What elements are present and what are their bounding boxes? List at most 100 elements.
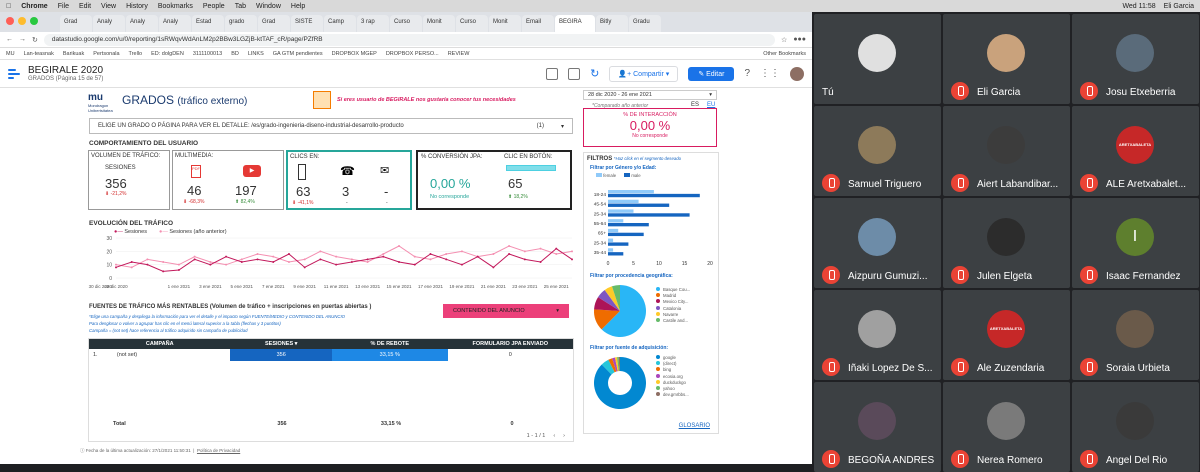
participant-tile[interactable]: I Isaac Fernandez bbox=[1072, 198, 1199, 288]
participant-tile[interactable]: Tú bbox=[814, 14, 941, 104]
datastudio-logo-icon[interactable] bbox=[8, 68, 20, 80]
browser-tab[interactable]: 3 rap bbox=[357, 15, 389, 32]
header-campaign[interactable]: CAMPAÑA bbox=[89, 339, 230, 349]
apple-icon[interactable]:  bbox=[6, 3, 11, 10]
participant-tile[interactable]: ARETXABALETA Ale Zuzendaria bbox=[943, 290, 1070, 380]
data-point[interactable] bbox=[555, 247, 558, 250]
data-point[interactable] bbox=[130, 266, 133, 269]
data-point[interactable] bbox=[146, 263, 149, 266]
data-point[interactable] bbox=[209, 261, 212, 263]
menu-history[interactable]: History bbox=[126, 3, 148, 10]
data-point[interactable] bbox=[256, 253, 259, 255]
bar[interactable] bbox=[608, 209, 634, 213]
participant-tile[interactable]: Samuel Triguero bbox=[814, 106, 941, 196]
data-point[interactable] bbox=[240, 261, 243, 263]
participant-tile[interactable]: Nerea Romero bbox=[943, 382, 1070, 472]
acquisition-pie-chart[interactable] bbox=[592, 355, 648, 411]
data-point[interactable] bbox=[177, 269, 180, 271]
data-point[interactable] bbox=[460, 263, 463, 266]
browser-tab[interactable]: Gradu bbox=[629, 15, 661, 32]
menu-window[interactable]: Window bbox=[256, 3, 281, 10]
data-point[interactable] bbox=[225, 255, 228, 258]
bar[interactable] bbox=[608, 213, 690, 217]
legend-previous[interactable]: ●— Sesiones (año anterior) bbox=[159, 229, 227, 235]
data-point[interactable] bbox=[350, 261, 353, 263]
participant-tile[interactable]: Angel Del Rio bbox=[1072, 382, 1199, 472]
data-point[interactable] bbox=[492, 266, 495, 269]
close-window-button[interactable] bbox=[6, 17, 14, 25]
data-point[interactable] bbox=[225, 263, 228, 266]
bar[interactable] bbox=[608, 193, 700, 198]
reload-icon[interactable]: ↻ bbox=[32, 36, 38, 44]
browser-tab[interactable]: Analy bbox=[159, 15, 191, 32]
data-point[interactable] bbox=[272, 261, 275, 263]
bookmark-item[interactable]: DROPBOX PERSO... bbox=[386, 51, 439, 57]
bar[interactable] bbox=[608, 248, 614, 252]
bookmark-item[interactable]: REVIEW bbox=[448, 51, 470, 57]
data-point[interactable] bbox=[429, 258, 432, 261]
apps-icon[interactable]: ⋮⋮ bbox=[760, 68, 780, 79]
bar[interactable] bbox=[608, 219, 624, 223]
bookmark-item[interactable]: LINKS bbox=[248, 51, 264, 57]
data-point[interactable] bbox=[508, 245, 511, 247]
data-point[interactable] bbox=[492, 253, 495, 255]
series-line[interactable] bbox=[115, 245, 573, 268]
browser-tab[interactable]: grado bbox=[225, 15, 257, 32]
data-point[interactable] bbox=[319, 258, 322, 261]
data-point[interactable] bbox=[382, 253, 385, 255]
participant-tile[interactable]: Julen Elgeta bbox=[943, 198, 1070, 288]
refresh-icon[interactable]: ↻ bbox=[590, 67, 599, 80]
browser-tab[interactable]: Analy bbox=[93, 15, 125, 32]
menu-people[interactable]: People bbox=[203, 3, 225, 10]
page-selector[interactable]: GRADOS (Página 15 de 57) bbox=[28, 76, 103, 82]
copy-icon[interactable] bbox=[568, 67, 581, 80]
data-point[interactable] bbox=[523, 250, 526, 253]
bookmark-item[interactable]: Other Bookmarks bbox=[763, 51, 806, 57]
prev-page-icon[interactable]: ‹ bbox=[553, 433, 555, 439]
data-point[interactable] bbox=[382, 255, 385, 258]
bookmark-item[interactable]: Barikuak bbox=[63, 51, 84, 57]
next-page-icon[interactable]: › bbox=[563, 433, 565, 439]
header-form[interactable]: FORMULARIO JPA ENVIADO bbox=[448, 339, 573, 349]
participant-tile[interactable]: Iñaki Lopez De S... bbox=[814, 290, 941, 380]
bookmark-item[interactable]: Lan-teasnak bbox=[24, 51, 54, 57]
data-point[interactable] bbox=[539, 247, 542, 250]
bookmark-item[interactable]: GA GTM pendientes bbox=[273, 51, 323, 57]
gender-age-bar-chart[interactable]: 18-24 45-54 25-34 55-64 65+ 25-34 35-440 5 10 15 2… bbox=[588, 187, 716, 267]
menu-file[interactable]: File bbox=[58, 3, 69, 10]
browser-tab[interactable]: BEGIRA bbox=[555, 15, 595, 32]
data-point[interactable] bbox=[256, 258, 259, 261]
data-point[interactable] bbox=[366, 258, 369, 261]
bar[interactable] bbox=[608, 252, 624, 256]
data-point[interactable] bbox=[287, 261, 290, 263]
legend-current[interactable]: ●— Sesiones bbox=[114, 229, 147, 235]
data-point[interactable] bbox=[130, 261, 133, 263]
browser-tab[interactable]: Bitly bbox=[596, 15, 628, 32]
legend-male[interactable]: male bbox=[624, 173, 641, 178]
data-point[interactable] bbox=[335, 255, 338, 258]
data-point[interactable] bbox=[460, 250, 463, 253]
data-point[interactable] bbox=[303, 258, 306, 261]
banner-text[interactable]: Si eres usuario de BEGIRALE nos gustaría… bbox=[337, 97, 516, 103]
data-point[interactable] bbox=[146, 258, 149, 261]
bookmark-item[interactable]: Trello bbox=[129, 51, 143, 57]
feedback-banner[interactable]: Si eres usuario de BEGIRALE nos gustaría… bbox=[313, 90, 569, 110]
extensions-icon[interactable]: ●●● bbox=[793, 36, 806, 43]
legend-item[interactable]: Castile and... bbox=[656, 318, 690, 324]
browser-tab[interactable]: Grad bbox=[258, 15, 290, 32]
data-point[interactable] bbox=[429, 253, 432, 255]
data-point[interactable] bbox=[272, 255, 275, 258]
share-button[interactable]: 👤+ Compartir ▾ bbox=[609, 65, 679, 82]
menu-edit[interactable]: Edit bbox=[79, 3, 91, 10]
data-point[interactable] bbox=[287, 253, 290, 255]
data-point[interactable] bbox=[303, 266, 306, 269]
header-bounce[interactable]: % DE REBOTE bbox=[332, 339, 448, 349]
help-icon[interactable]: ? bbox=[744, 68, 750, 79]
bar[interactable] bbox=[608, 203, 670, 207]
bar[interactable] bbox=[608, 242, 629, 246]
browser-tab[interactable]: Monit bbox=[489, 15, 521, 32]
data-point[interactable] bbox=[115, 263, 117, 266]
browser-tab[interactable]: Curso bbox=[390, 15, 422, 32]
participant-tile[interactable]: Josu Etxeberria bbox=[1072, 14, 1199, 104]
data-point[interactable] bbox=[193, 255, 196, 258]
